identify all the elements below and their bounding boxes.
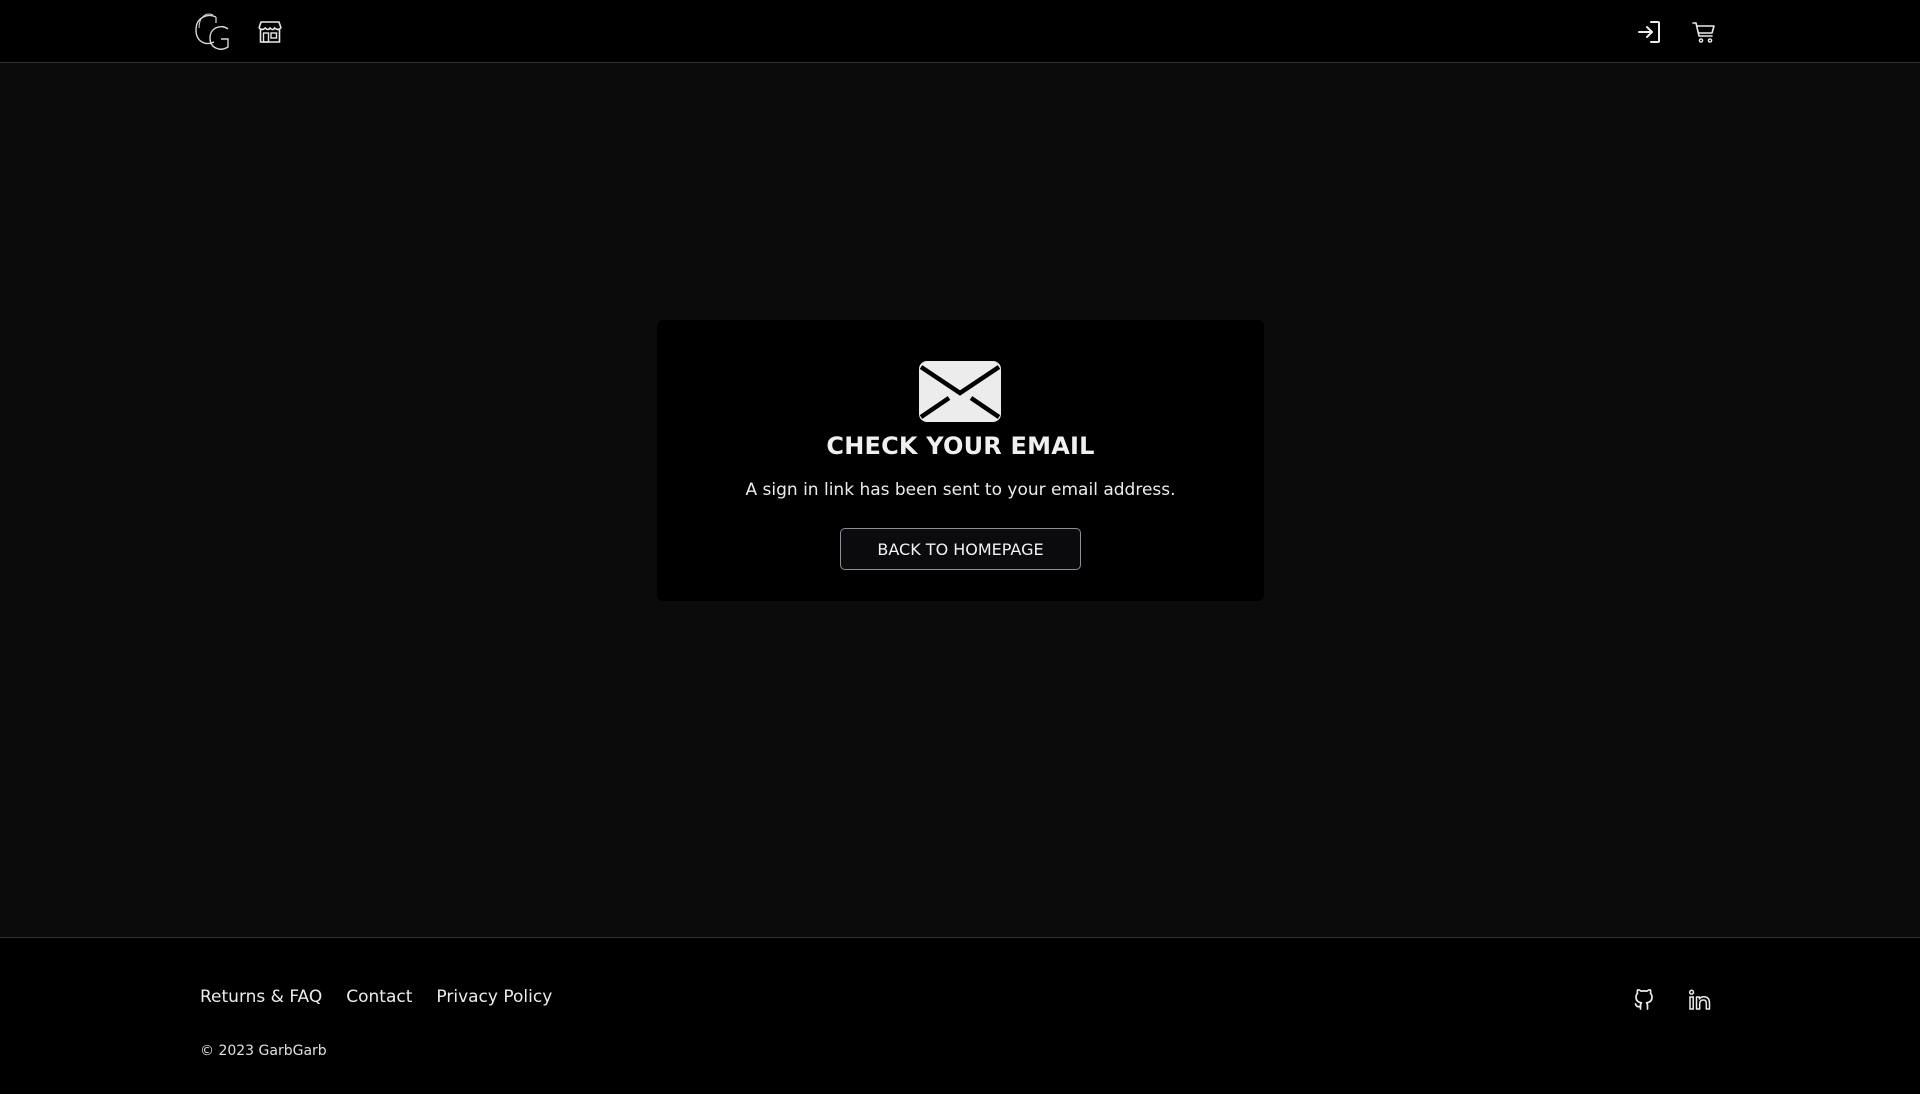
footer-link-contact[interactable]: Contact bbox=[346, 987, 412, 1007]
confirmation-message: A sign in link has been sent to your ema… bbox=[745, 480, 1176, 500]
site-footer: Returns & FAQ Contact Privacy Policy © 2… bbox=[0, 937, 1920, 1094]
footer-nav: Returns & FAQ Contact Privacy Policy bbox=[200, 987, 552, 1007]
sign-in-icon[interactable] bbox=[1636, 19, 1662, 45]
storefront-icon[interactable] bbox=[256, 18, 284, 46]
page-title: CHECK YOUR EMAIL bbox=[826, 432, 1095, 460]
gg-logo-icon[interactable] bbox=[192, 11, 234, 53]
back-to-homepage-button[interactable]: BACK TO HOMEPAGE bbox=[840, 528, 1081, 570]
linkedin-icon[interactable] bbox=[1687, 987, 1713, 1013]
footer-link-returns-faq[interactable]: Returns & FAQ bbox=[200, 987, 322, 1007]
github-icon[interactable] bbox=[1631, 986, 1657, 1012]
envelope-icon bbox=[919, 361, 1001, 422]
check-email-card: CHECK YOUR EMAIL A sign in link has been… bbox=[657, 320, 1264, 601]
footer-link-privacy-policy[interactable]: Privacy Policy bbox=[436, 987, 552, 1007]
site-header bbox=[0, 0, 1920, 63]
copyright-text: © 2023 GarbGarb bbox=[200, 1043, 327, 1059]
shopping-cart-icon[interactable] bbox=[1691, 19, 1717, 45]
